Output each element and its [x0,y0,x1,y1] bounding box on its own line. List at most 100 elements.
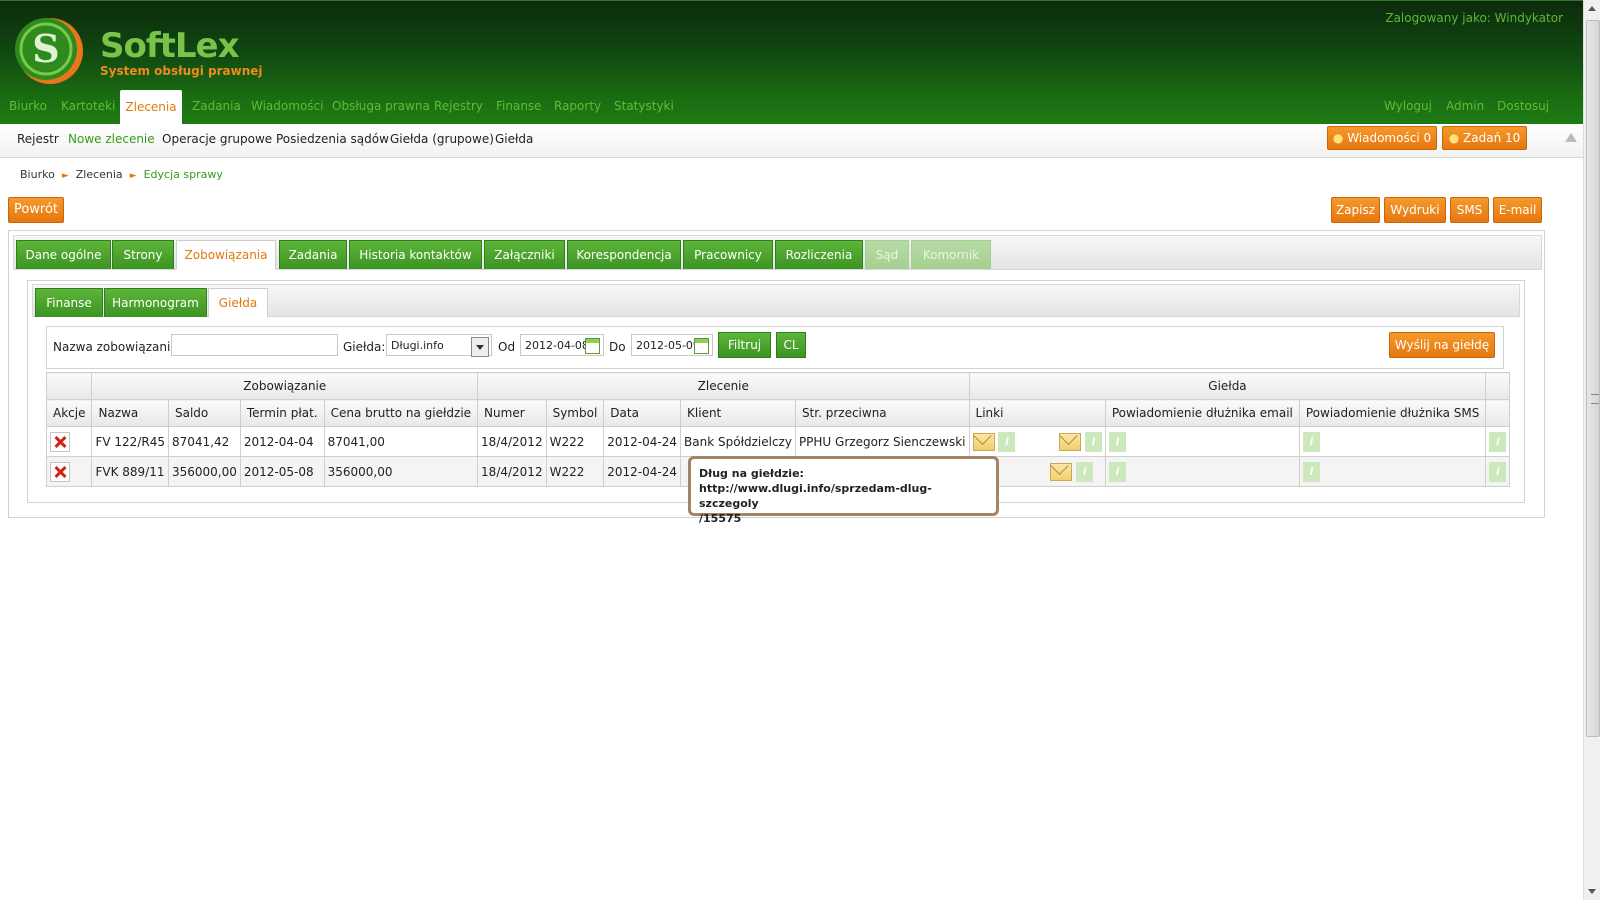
name-filter-input[interactable] [171,334,338,356]
exchange-select[interactable]: Długi.info [386,334,492,357]
prints-button[interactable]: Wydruki [1384,197,1446,223]
cell-linki: i i [968,426,1106,457]
cell-saldo: 356000,00 [167,456,241,487]
breadcrumb-biurko[interactable]: Biurko [20,168,55,181]
clear-button[interactable]: CL [776,332,806,358]
tab-korespondencja[interactable]: Korespondencja [567,240,681,269]
collapse-up-icon[interactable] [1565,133,1577,142]
filter-button[interactable]: Filtruj [718,332,771,358]
tab-dane-ogolne[interactable]: Dane ogólne [16,240,111,269]
mail-icon[interactable] [972,432,995,451]
from-date-input[interactable]: 2012-04-08 [520,334,604,356]
chevron-down-icon[interactable] [471,337,489,357]
delete-icon[interactable] [50,461,70,482]
subnav-rejestr[interactable]: Rejestr [17,132,59,146]
col-numer[interactable]: Numer [477,399,547,427]
col-termin[interactable]: Termin płat. [239,399,325,427]
subnav-posiedzenia-sadow[interactable]: Posiedzenia sądów [276,132,389,146]
info-icon[interactable]: i [998,431,1016,452]
nav-zadania[interactable]: Zadania [192,99,241,113]
scroll-down-arrow-icon[interactable] [1588,889,1596,894]
calendar-icon[interactable] [694,338,709,354]
main-tabs: Dane ogólne Strony Zobowiązania Zadania … [13,235,1542,270]
tab-zobowiazania[interactable]: Zobowiązania [176,240,276,270]
to-date-input[interactable]: 2012-05-09 [631,334,713,356]
calendar-icon[interactable] [585,338,600,354]
subnav-nowe-zlecenie[interactable]: Nowe zlecenie [68,132,155,146]
tab-rozliczenia[interactable]: Rozliczenia [775,240,863,269]
col-nazwa[interactable]: Nazwa [91,399,169,427]
messages-label: Wiadomości 0 [1347,131,1432,145]
subtab-finanse[interactable]: Finanse [35,288,103,317]
group-header-zobowiazanie: Zobowiązanie [91,372,479,400]
subtab-harmonogram[interactable]: Harmonogram [104,288,207,317]
col-klient[interactable]: Klient [680,399,796,427]
mail-icon[interactable] [1050,462,1073,481]
breadcrumb: Biurko ► Zlecenia ► Edycja sprawy [20,168,223,181]
nav-zlecenia[interactable]: Zlecenia [120,90,182,124]
nav-rejestry[interactable]: Rejestry [434,99,483,113]
subnav-operacje-grupowe[interactable]: Operacje grupowe [162,132,272,146]
subnav-gielda-grupowe[interactable]: Giełda (grupowe) [390,132,494,146]
subnav-gielda[interactable]: Giełda [495,132,533,146]
tasks-button[interactable]: ● Zadań 10 [1442,126,1527,150]
save-button[interactable]: Zapisz [1331,197,1380,223]
nav-statystyki[interactable]: Statystyki [614,99,674,113]
nav-biurko[interactable]: Biurko [9,99,47,113]
nav-obsluga-prawna[interactable]: Obsługa prawna [332,99,430,113]
table-row: FV 122/R45 87041,42 2012-04-04 87041,00 … [45,426,1511,457]
tab-strony[interactable]: Strony [112,240,174,269]
tab-pracownicy[interactable]: Pracownicy [683,240,773,269]
tab-historia-kontaktow[interactable]: Historia kontaktów [349,240,482,269]
back-button[interactable]: Powrót [8,197,64,223]
col-data[interactable]: Data [603,399,682,427]
send-to-exchange-button[interactable]: Wyślij na giełdę [1389,332,1495,358]
info-icon[interactable]: i [1302,431,1320,452]
info-icon[interactable]: i [1489,461,1507,482]
col-przeciwna[interactable]: Str. przeciwna [794,399,970,427]
info-icon[interactable]: i [1084,431,1102,452]
tooltip-url: http://www.dlugi.info/sprzedam-dlug-szcz… [699,482,932,510]
svg-text:S: S [32,26,59,71]
tab-zadania[interactable]: Zadania [279,240,347,269]
nav-finanse[interactable]: Finanse [496,99,542,113]
group-header-spacer [1485,372,1511,400]
col-saldo[interactable]: Saldo [167,399,241,427]
nav-raporty[interactable]: Raporty [554,99,601,113]
cell-cena: 87041,00 [323,426,479,457]
nav-wiadomosci[interactable]: Wiadomości [251,99,323,113]
logout-link[interactable]: Wyloguj [1384,99,1432,113]
mail-icon[interactable] [1059,432,1082,451]
cell-data: 2012-04-24 [603,456,682,487]
info-icon[interactable]: i [1108,461,1126,482]
email-button[interactable]: E-mail [1493,197,1542,223]
tab-sad: Sąd [865,240,909,269]
nav-kartoteki[interactable]: Kartoteki [61,99,115,113]
vertical-scrollbar[interactable] [1583,0,1600,900]
messages-button[interactable]: ● Wiadomości 0 [1327,126,1437,150]
breadcrumb-zlecenia[interactable]: Zlecenia [76,168,123,181]
customize-link[interactable]: Dostosuj [1497,99,1549,113]
scroll-up-arrow-icon[interactable] [1588,6,1596,11]
admin-link[interactable]: Admin [1446,99,1484,113]
info-icon[interactable]: i [1076,461,1094,482]
group-header-gielda: Giełda [968,372,1487,400]
subtab-gielda[interactable]: Giełda [208,288,268,318]
col-symbol[interactable]: Symbol [545,399,605,427]
info-icon[interactable]: i [1489,431,1507,452]
col-cena[interactable]: Cena brutto na giełdzie [323,399,479,427]
col-linki: Linki [968,399,1106,427]
cell-termin: 2012-04-04 [239,426,325,457]
group-header-zlecenie: Zlecenie [477,372,970,400]
sub-tabs: Finanse Harmonogram Giełda [32,284,1520,318]
scrollbar-thumb[interactable] [1586,20,1600,737]
cell-przeciwna: PPHU Grzegorz Sienczewski [794,426,970,457]
sms-button[interactable]: SMS [1450,197,1489,223]
cell-email-notify: i [1104,426,1300,457]
delete-icon[interactable] [50,431,70,452]
cell-symbol: W222 [545,456,605,487]
info-icon[interactable]: i [1108,431,1126,452]
info-icon[interactable]: i [1302,461,1320,482]
tab-zalaczniki[interactable]: Załączniki [484,240,565,269]
breadcrumb-current: Edycja sprawy [143,168,223,181]
